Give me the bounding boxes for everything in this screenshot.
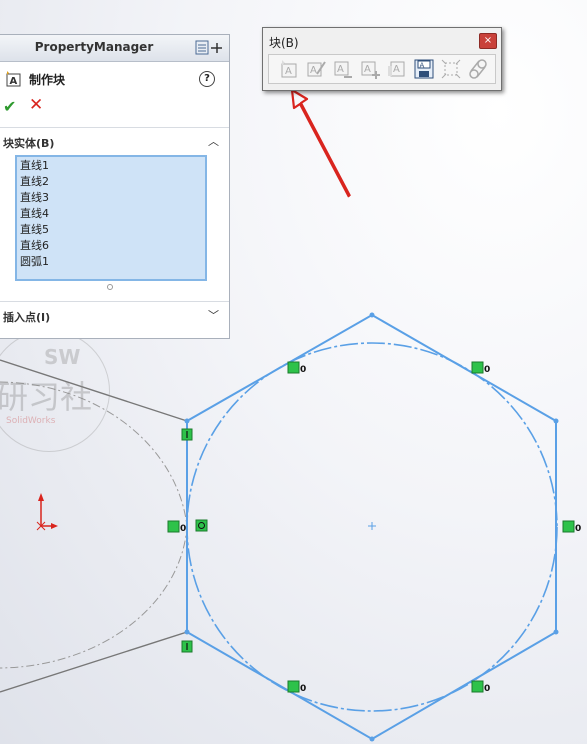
list-item[interactable]: 圆弧1 xyxy=(20,254,202,270)
list-item[interactable]: 直线4 xyxy=(20,206,202,222)
rebuild-block-icon[interactable]: A xyxy=(386,58,408,80)
close-button[interactable]: × xyxy=(479,33,497,49)
feature-title: 制作块 xyxy=(29,72,66,87)
help-icon[interactable]: ? xyxy=(199,71,215,87)
vertical-relation-icon xyxy=(181,640,193,653)
relation-marker: 0 xyxy=(562,520,581,534)
edit-block-icon[interactable]: A xyxy=(305,58,327,80)
block-entities-list[interactable]: 直线1 直线2 直线3 直线4 直线5 直线6 圆弧1 xyxy=(15,155,207,281)
svg-text:A: A xyxy=(393,64,400,75)
svg-text:A: A xyxy=(310,65,317,76)
svg-text:A: A xyxy=(285,66,292,77)
center-mark-icon xyxy=(368,522,376,530)
vertical-relation-icon xyxy=(181,428,193,441)
list-item[interactable]: 直线6 xyxy=(20,238,202,254)
watermark-text: 研习社 xyxy=(0,378,93,416)
watermark-sub: SolidWorks xyxy=(6,416,56,426)
make-block-icon[interactable]: A xyxy=(278,58,300,80)
list-item[interactable]: 直线2 xyxy=(20,174,202,190)
relation-marker: 0 xyxy=(167,520,186,534)
feature-header: A 制作块 xyxy=(5,69,65,89)
svg-text:0: 0 xyxy=(300,684,306,694)
svg-text:0: 0 xyxy=(180,524,186,534)
relation-marker: 0 xyxy=(471,361,490,375)
belt-chain-icon[interactable] xyxy=(467,58,489,80)
insert-block-icon[interactable]: A xyxy=(332,58,354,80)
property-manager-title: PropertyManager xyxy=(34,40,154,54)
cancel-button[interactable]: ✕ xyxy=(29,95,43,115)
relation-marker: 0 xyxy=(287,680,306,694)
resize-grip-icon[interactable] xyxy=(107,284,113,290)
svg-text:0: 0 xyxy=(484,684,490,694)
list-item[interactable]: 直线3 xyxy=(20,190,202,206)
add-remove-icon[interactable]: A xyxy=(359,58,381,80)
property-manager-panel: PropertyManager A 制作块 ? ✔ ✕ 块实体(B) ︿ 直线1… xyxy=(0,34,230,339)
ok-button[interactable]: ✔ xyxy=(3,97,16,116)
tangent-relation-icon xyxy=(195,519,208,532)
list-item[interactable]: 直线1 xyxy=(20,158,202,174)
toolbar-buttons: A A A A A A xyxy=(268,54,496,84)
svg-text:A: A xyxy=(10,76,18,87)
svg-text:A: A xyxy=(364,64,371,75)
toolbar-title: 块(B) xyxy=(269,36,299,50)
callout-arrow xyxy=(290,88,351,198)
block-toolbar: 块(B) × A A A A A A xyxy=(262,27,502,91)
origin-icon xyxy=(36,493,58,531)
svg-text:A: A xyxy=(420,62,425,70)
watermark-sw: SW xyxy=(44,345,81,369)
property-manager-header: PropertyManager xyxy=(0,35,229,62)
relation-marker: 0 xyxy=(471,680,490,694)
divider xyxy=(0,127,229,128)
svg-text:0: 0 xyxy=(484,365,490,375)
svg-text:A: A xyxy=(337,64,344,75)
divider xyxy=(0,301,229,302)
relation-marker: 0 xyxy=(287,361,306,375)
section-title-insert-point[interactable]: 插入点(I) xyxy=(3,309,50,325)
chevron-down-icon[interactable]: ﹀ xyxy=(208,307,219,323)
section-title-block-entities[interactable]: 块实体(B) xyxy=(3,135,54,151)
pin-icon[interactable] xyxy=(195,40,223,56)
explode-block-icon[interactable] xyxy=(440,58,462,80)
svg-text:0: 0 xyxy=(300,365,306,375)
make-block-icon: A xyxy=(6,71,21,87)
relation-markers: 0 0 0 0 0 0 xyxy=(167,361,581,694)
save-block-icon[interactable]: A xyxy=(413,58,435,80)
list-item[interactable]: 直线5 xyxy=(20,222,202,238)
svg-text:0: 0 xyxy=(575,524,581,534)
chevron-up-icon[interactable]: ︿ xyxy=(208,133,219,149)
gray-line-bottom xyxy=(0,631,188,693)
